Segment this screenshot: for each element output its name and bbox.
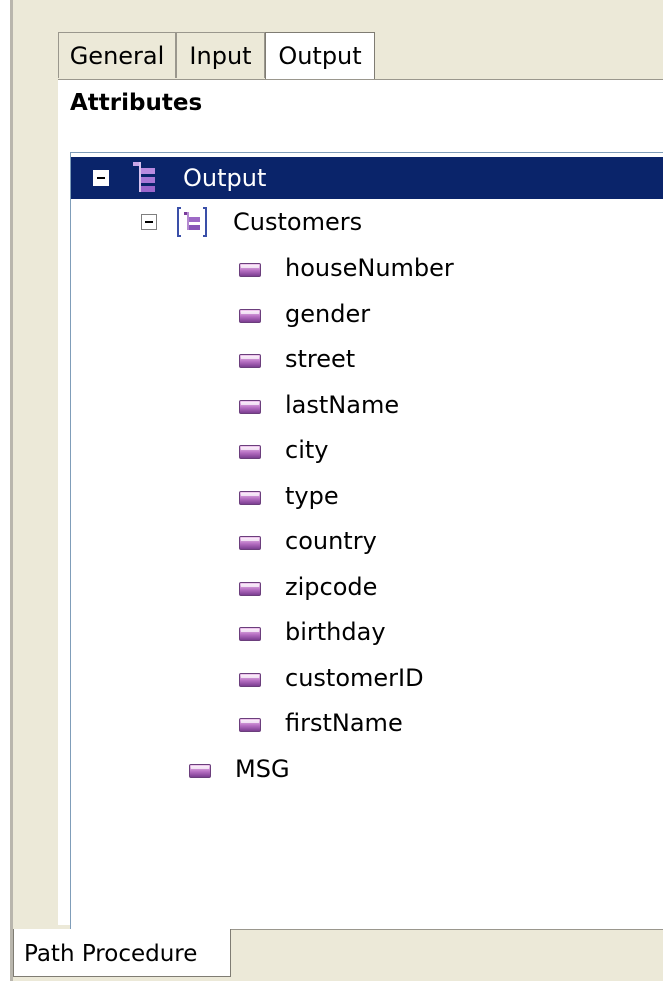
tree-node-field[interactable]: city bbox=[71, 429, 663, 471]
tree-node-label: city bbox=[285, 436, 329, 464]
collapse-icon[interactable] bbox=[141, 214, 157, 230]
tree-node-label: street bbox=[285, 345, 356, 373]
tab-path-procedure[interactable]: Path Procedure bbox=[13, 929, 231, 977]
tree-node-field[interactable]: lastName bbox=[71, 384, 663, 426]
tree-node-msg[interactable]: MSG bbox=[71, 748, 663, 790]
attribute-icon bbox=[239, 491, 261, 505]
tree-node-field[interactable]: birthday bbox=[71, 611, 663, 653]
collapse-icon[interactable] bbox=[93, 170, 109, 186]
attribute-tree[interactable]: Output Customers houseNumber gender stre… bbox=[70, 152, 663, 930]
tree-node-field[interactable]: type bbox=[71, 475, 663, 517]
tree-node-field[interactable]: houseNumber bbox=[71, 247, 663, 289]
tree-node-label: type bbox=[285, 482, 339, 510]
attribute-icon bbox=[239, 354, 261, 368]
attribute-icon bbox=[239, 536, 261, 550]
attribute-icon bbox=[239, 627, 261, 641]
attribute-icon bbox=[239, 718, 261, 732]
tree-node-label: zipcode bbox=[285, 573, 378, 601]
tree-node-label: lastName bbox=[285, 391, 400, 419]
tree-node-field[interactable]: street bbox=[71, 338, 663, 380]
tree-node-field[interactable]: customerID bbox=[71, 657, 663, 699]
tab-general[interactable]: General bbox=[58, 32, 176, 78]
attribute-icon bbox=[239, 673, 261, 687]
section-header: Attributes bbox=[58, 80, 663, 128]
tree-node-label: country bbox=[285, 527, 377, 555]
attribute-icon bbox=[239, 400, 261, 414]
tree-node-label: Output bbox=[183, 164, 267, 192]
tree-node-field[interactable]: firstName bbox=[71, 702, 663, 744]
tree-node-label: firstName bbox=[285, 709, 403, 737]
tree-root-icon bbox=[133, 162, 155, 192]
node-group-icon bbox=[177, 207, 207, 237]
attribute-icon bbox=[239, 445, 261, 459]
tree-node-label: MSG bbox=[235, 755, 290, 783]
tree-node-field[interactable]: gender bbox=[71, 293, 663, 335]
tree-node-label: gender bbox=[285, 300, 371, 328]
tree-node-label: houseNumber bbox=[285, 254, 454, 282]
tree-node-field[interactable]: zipcode bbox=[71, 566, 663, 608]
attribute-icon bbox=[189, 764, 211, 778]
tree-node-label: customerID bbox=[285, 664, 424, 692]
tree-node-label: birthday bbox=[285, 618, 386, 646]
tree-node-output[interactable]: Output bbox=[71, 157, 663, 199]
tree-node-customers[interactable]: Customers bbox=[71, 201, 663, 243]
tree-node-field[interactable]: country bbox=[71, 520, 663, 562]
attribute-icon bbox=[239, 582, 261, 596]
attribute-icon bbox=[239, 263, 261, 277]
tab-output[interactable]: Output bbox=[265, 32, 375, 81]
attribute-icon bbox=[239, 309, 261, 323]
section-title: Attributes bbox=[70, 90, 203, 116]
tree-node-label: Customers bbox=[233, 208, 363, 236]
tab-input[interactable]: Input bbox=[176, 32, 265, 78]
